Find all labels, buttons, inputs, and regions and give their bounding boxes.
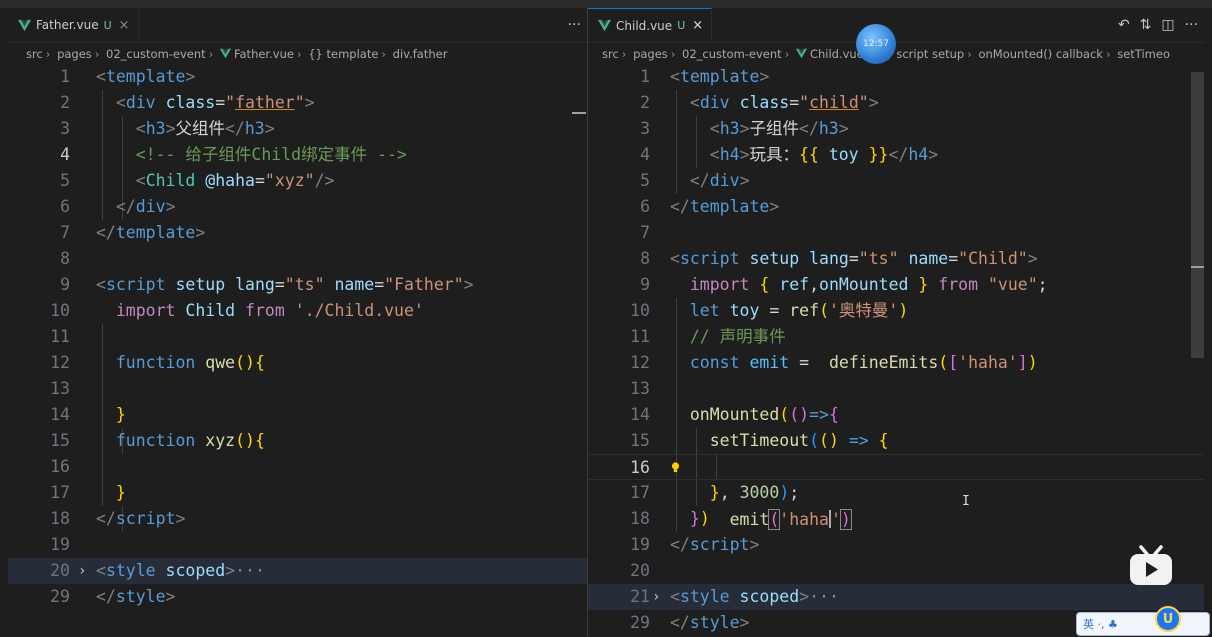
code-line: 6 </div> [60,197,176,216]
code-line: 1 <template> [640,67,770,86]
code-line: 16 emit('haha ') [588,454,1204,530]
breadcrumb-item[interactable]: 02_custom-event [682,47,782,61]
code-line: 2 <div class="father"> [60,93,315,112]
breadcrumb-item[interactable]: 02_custom-event [106,47,206,61]
chevron-right-icon[interactable]: › [652,584,660,610]
code-line: 7 [640,223,650,242]
code-line: 19 [50,535,70,554]
mouse-cursor: I [962,494,970,509]
code-line: 11 // 声明事件 [630,327,786,346]
breadcrumb-item[interactable]: {} template [308,47,378,61]
code-line: 20 › <style scoped>··· [8,558,587,584]
breadcrumb: src › pages › 02_custom-event › Father.vue ›… [26,47,448,61]
code-line: 18 </script> [50,509,186,528]
code-line: 15 function xyz(){ [50,431,265,450]
code-line: 18 }) [630,509,710,528]
code-line: 29 </style> [50,587,176,606]
code-editor[interactable]: 1 <template> 2 <div class="child"> 3 <h3>… [588,64,1204,637]
code-line: 14 } [50,405,126,424]
tab-bar: Father.vue U × ··· [8,8,587,43]
code-line: 3 <h3>子组件</h3> [640,119,849,138]
breadcrumb-item[interactable]: Father.vue [234,47,294,61]
code-line: 20 [630,561,650,580]
code-line: 8 <script setup lang="ts" name="Child"> [640,249,1038,268]
vue-file-icon [219,48,231,59]
tab-actions: ↶ ⇅ ◫ ··· [1118,8,1198,42]
code-line: 9 import { ref,onMounted } from "vue"; [640,275,1048,294]
ime-toolbar[interactable]: 英 ·, ♣ [1076,612,1210,636]
code-line: 12 function qwe(){ [50,353,265,372]
compare-icon[interactable]: ⇅ [1140,17,1152,33]
tab-actions: ··· [568,8,581,42]
vue-file-icon [598,19,611,32]
code-line: 3 <h3>父组件</h3> [60,119,275,138]
code-editor[interactable]: 1 <template> 2 <div class="father"> 3 <h3… [8,64,587,637]
scrollbar-thumb[interactable] [1191,72,1204,358]
more-icon[interactable]: ··· [568,17,581,33]
code-line: 12 const emit = defineEmits(['haha']) [630,353,1038,372]
code-line: 19 </script> [630,535,760,554]
code-line: 17 }, 3000); [630,483,800,502]
code-line: 10 import Child from './Child.vue' [50,301,424,320]
editor-pane-father: Father.vue U × ··· src › pages › 02_custom… [8,8,587,637]
breadcrumb-item[interactable]: onMounted() callback [978,47,1102,61]
ime-badge[interactable]: U [1155,606,1181,632]
close-icon[interactable]: × [119,18,130,33]
vue-file-icon [795,48,807,59]
window-top-bar [0,0,1212,8]
history-icon[interactable]: ↶ [1118,17,1130,33]
code-line: 9 <script setup lang="ts" name="Father"> [60,275,474,294]
breadcrumb-item[interactable]: src [602,47,619,61]
minimap-marker [1191,266,1204,268]
tab-father-vue[interactable]: Father.vue U × [8,8,139,42]
code-line: 13 [630,379,650,398]
code-line: 6 </template> [640,197,780,216]
ime-label: 英 ·, ♣ [1083,618,1118,631]
minimap-marker [572,112,586,114]
untracked-badge: U [677,19,686,32]
more-icon[interactable]: ··· [1185,17,1198,33]
code-line: 14 onMounted(()=>{ [630,405,839,424]
tab-bar: Child.vue U × ↶ ⇅ ◫ ··· [588,8,1204,43]
code-line: 5 <Child @haha="xyz"/> [60,171,335,190]
code-line: 15 setTimeout(() => { [630,431,889,450]
tab-label: Child.vue [616,18,673,33]
code-line: 13 [50,379,70,398]
breadcrumb-item[interactable]: pages [633,47,668,61]
bilibili-tv-icon[interactable] [1127,545,1175,587]
code-line: 7 </template> [60,223,206,242]
breadcrumb-item[interactable]: src [26,47,43,61]
code-line: 4 <h4>玩具：{{ toy }}</h4> [640,145,939,164]
breadcrumb-item[interactable]: pages [57,47,92,61]
tab-child-vue[interactable]: Child.vue U × [588,8,713,42]
breadcrumb-item[interactable]: div.father [393,47,448,61]
tab-label: Father.vue [36,18,99,32]
lightbulb-icon[interactable] [671,462,680,473]
code-line: 5 </div> [640,171,750,190]
code-line: 2 <div class="child"> [640,93,879,112]
code-line: 16 [50,457,70,476]
code-line: 17 } [50,483,126,502]
code-line: 8 [60,249,70,268]
untracked-badge: U [103,18,112,32]
breadcrumb-item[interactable]: setTimeo [1117,47,1170,61]
clock-text: 12:57 [863,39,889,49]
code-line: 21 › <style scoped>··· [588,584,1204,610]
close-icon[interactable]: × [692,18,703,33]
editor-pane-child: Child.vue U × ↶ ⇅ ◫ ··· src › pages › 02_c… [588,8,1204,637]
chevron-right-icon[interactable]: › [78,558,86,584]
clock-widget: 12:57 [856,24,896,64]
vue-file-icon [18,19,31,31]
breadcrumb: src› pages› 02_custom-event› Child.vue› … [602,47,1170,61]
code-line: 1 <template> [60,67,196,86]
split-editor-icon[interactable]: ◫ [1161,17,1174,33]
code-line: 10 let toy = ref('奥特曼') [630,301,909,320]
code-line: 4 <!-- 给子组件Child绑定事件 --> [60,145,407,164]
code-line: 11 [50,327,70,346]
